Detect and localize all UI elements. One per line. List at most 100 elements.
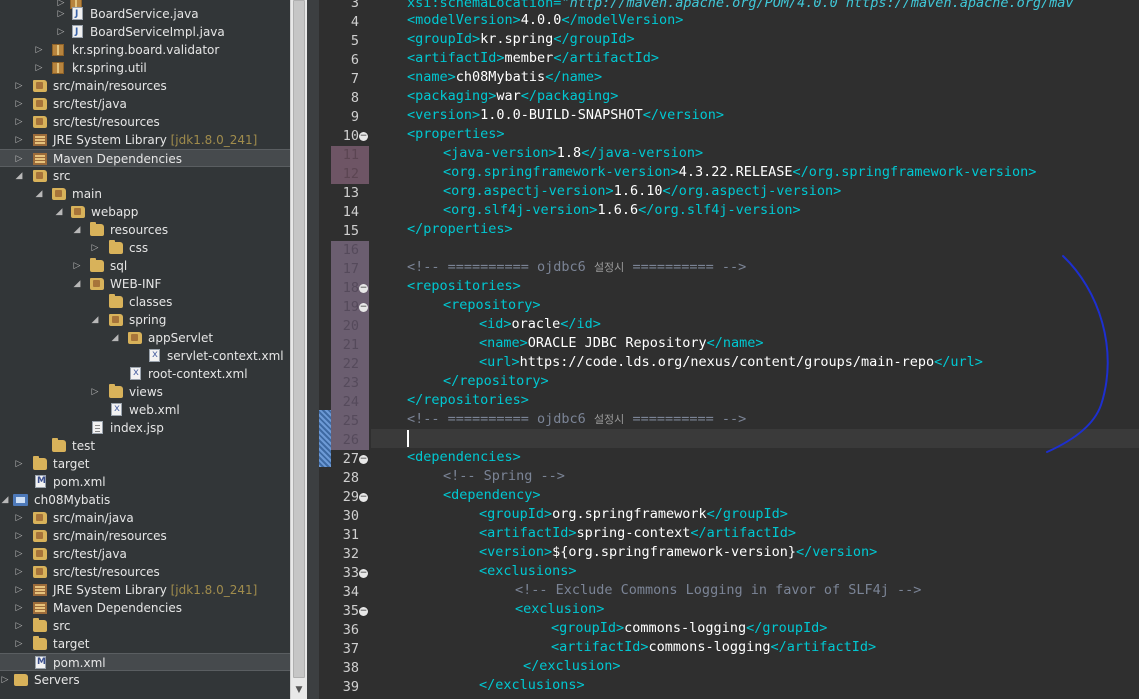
tree-item-src-test-resources[interactable]: ▷ src/test/resources [0,563,290,581]
chevron-down-icon[interactable]: ◢ [0,491,10,509]
tree-item-src[interactable]: ▷ src [0,617,290,635]
tree-item-label: target [53,637,90,651]
tree-item-boardservice-java[interactable]: ▷ BoardService.java [0,5,290,23]
tree-item-spring[interactable]: ◢ spring [0,311,290,329]
tree-item-label: BoardServiceImpl.java [90,25,225,39]
tree-item-boardserviceimpl-java[interactable]: ▷ BoardServiceImpl.java [0,23,290,41]
fold-collapse-icon[interactable]: − [359,493,368,502]
line-number: 17 [331,260,369,279]
chevron-right-icon[interactable]: ▷ [14,635,24,653]
chevron-down-icon[interactable]: ◢ [110,329,120,347]
tree-item-src-main-java[interactable]: ▷ src/main/java [0,509,290,527]
tree-item-appservlet[interactable]: ◢ appServlet [0,329,290,347]
xml-file-icon [111,400,122,418]
scroll-down-arrow-icon[interactable]: ▼ [291,681,307,699]
xml-text: ${org.springframework-version} [552,544,796,560]
xml-comment-korean: 설정시 [593,261,625,274]
chevron-down-icon[interactable]: ◢ [34,185,44,203]
tree-item-label: resources [110,223,169,237]
tree-item-project-ch08mybatis[interactable]: ◢ ch08Mybatis [0,491,290,509]
chevron-right-icon[interactable]: ▷ [14,599,24,617]
chevron-right-icon[interactable]: ▷ [72,257,82,275]
tree-item-src-test-resources[interactable]: ▷ src/test/resources [0,113,290,131]
tree-item-maven-dependencies[interactable]: ▷ Maven Dependencies [0,599,290,617]
tree-item-jre-library[interactable]: ▷ JRE System Library [jdk1.8.0_241] [0,581,290,599]
fold-collapse-icon[interactable]: − [359,284,368,293]
source-folder-icon [33,530,47,542]
chevron-right-icon[interactable]: ▷ [34,59,44,77]
code-line-20: <id>oracle</id> [479,315,601,334]
code-line-33: <exclusions> [479,562,577,581]
chevron-right-icon[interactable]: ▷ [56,23,66,41]
xml-close-tag: </version> [642,107,724,123]
chevron-down-icon[interactable]: ◢ [72,221,82,239]
chevron-right-icon[interactable]: ▷ [14,455,24,473]
chevron-down-icon[interactable]: ◢ [72,275,82,293]
tree-item-main[interactable]: ◢ main [0,185,290,203]
fold-collapse-icon[interactable]: − [359,455,368,464]
tree-item-web-inf[interactable]: ◢ WEB-INF [0,275,290,293]
chevron-right-icon[interactable]: ▷ [14,95,24,113]
explorer-scrollbar[interactable]: ▼ [290,0,307,699]
tree-item-target[interactable]: ▷ target [0,635,290,653]
line-number: 13 [342,185,359,201]
line-number: 25 [331,412,369,431]
tree-item-label: src/test/java [53,97,127,111]
tree-item-util-package[interactable]: ▷ kr.spring.util [0,59,290,77]
fold-collapse-icon[interactable]: − [359,569,368,578]
tree-item-target[interactable]: ▷ target [0,455,290,473]
tree-item-web-xml[interactable]: web.xml [0,400,290,419]
chevron-right-icon[interactable]: ▷ [14,563,24,581]
tree-item-css[interactable]: ▷ css [0,239,290,257]
scrollbar-thumb[interactable] [293,0,305,678]
tree-item-index-jsp[interactable]: index.jsp [0,419,290,437]
chevron-right-icon[interactable]: ▷ [14,77,24,95]
text-caret [407,430,409,447]
tree-item-resources[interactable]: ◢ resources [0,221,290,239]
tree-item-src[interactable]: ◢ src [0,167,290,185]
tree-item-classes[interactable]: classes [0,293,290,311]
tree-item-jre-library[interactable]: ▷ JRE System Library [jdk1.8.0_241] [0,131,290,149]
panel-divider[interactable] [307,0,319,699]
fold-collapse-icon[interactable]: − [359,132,368,141]
tree-item-src-test-java[interactable]: ▷ src/test/java [0,95,290,113]
chevron-right-icon[interactable]: ▷ [90,383,100,401]
tree-item-src-main-resources[interactable]: ▷ src/main/resources [0,77,290,95]
chevron-right-icon[interactable]: ▷ [90,239,100,257]
source-folder-icon [33,566,47,578]
chevron-right-icon[interactable]: ▷ [34,41,44,59]
chevron-down-icon[interactable]: ◢ [90,311,100,329]
tree-item-pom-xml-selected[interactable]: pom.xml [0,653,290,671]
fold-collapse-icon[interactable]: − [359,303,368,312]
tree-item-validator-package[interactable]: ▷ kr.spring.board.validator [0,41,290,59]
tree-item-views[interactable]: ▷ views [0,383,290,401]
chevron-right-icon[interactable]: ▷ [14,581,24,599]
xml-editor[interactable]: 3 4 5 6 7 8 9 10−11 12 13 14 15 16 17 18−19−20 21 22 23 24… [319,0,1139,699]
chevron-down-icon[interactable]: ◢ [14,167,24,185]
tree-item-root-context-xml[interactable]: root-context.xml [0,364,290,383]
chevron-right-icon[interactable]: ▷ [0,671,10,689]
tree-item-test[interactable]: test [0,437,290,455]
jsp-file-icon [92,421,103,434]
chevron-right-icon[interactable]: ▷ [14,527,24,545]
chevron-right-icon[interactable]: ▷ [14,150,24,168]
chevron-right-icon[interactable]: ▷ [14,113,24,131]
tree-item-label: pom.xml [53,656,106,670]
fold-collapse-icon[interactable]: − [359,607,368,616]
chevron-right-icon[interactable]: ▷ [14,617,24,635]
chevron-down-icon[interactable]: ◢ [54,203,64,221]
chevron-right-icon[interactable]: ▷ [14,131,24,149]
tree-item-servlet-context-xml[interactable]: servlet-context.xml [0,346,290,365]
tree-item-src-test-java[interactable]: ▷ src/test/java [0,545,290,563]
tree-item-maven-dependencies[interactable]: ▷ Maven Dependencies [0,149,290,167]
line-number: 39 [342,679,359,695]
tree-item-pom-xml[interactable]: pom.xml [0,472,290,491]
tree-item-src-main-resources[interactable]: ▷ src/main/resources [0,527,290,545]
tree-item-webapp[interactable]: ◢ webapp [0,203,290,221]
chevron-right-icon[interactable]: ▷ [56,5,66,23]
chevron-right-icon[interactable]: ▷ [14,509,24,527]
tree-item-servers[interactable]: ▷ Servers [0,671,290,689]
tree-item-sql[interactable]: ▷ sql [0,257,290,275]
line-number: 9 [350,109,359,125]
chevron-right-icon[interactable]: ▷ [14,545,24,563]
